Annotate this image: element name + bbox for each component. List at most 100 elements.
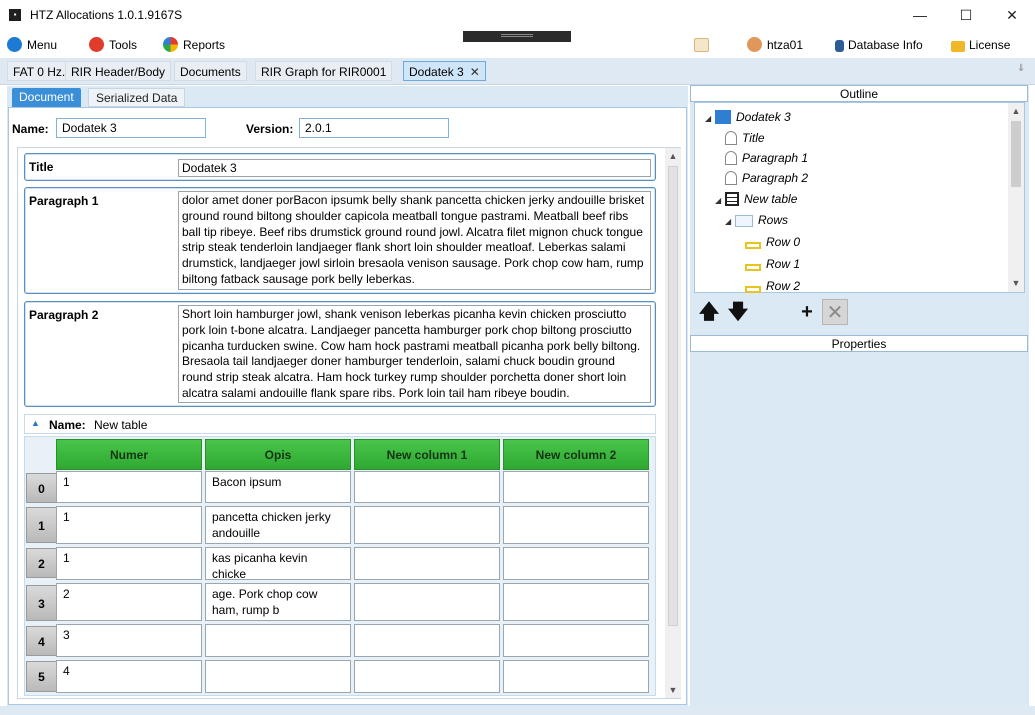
collapse-icon[interactable]: ▲: [31, 418, 40, 428]
cell-col2-4[interactable]: [503, 624, 649, 657]
cell-col1-1[interactable]: [354, 506, 500, 544]
scroll-down-icon[interactable]: ▼: [665, 682, 681, 698]
scrollbar-thumb[interactable]: [668, 166, 678, 626]
cell-col2-5[interactable]: [503, 660, 649, 693]
cell-opis-3[interactable]: age. Pork chop cow ham, rump b: [205, 583, 351, 621]
row-header-2[interactable]: 2: [26, 548, 57, 578]
tab-fat-0hz[interactable]: FAT 0 Hz.: [7, 61, 72, 81]
cell-numer-3[interactable]: 2: [56, 583, 202, 621]
cell-col2-0[interactable]: [503, 471, 649, 503]
tree-item-title[interactable]: Title: [725, 130, 765, 146]
tree-item-dodatek-3[interactable]: ◢ Dodatek 3: [705, 109, 791, 125]
tree-item-row-0[interactable]: Row 0: [745, 234, 800, 250]
cell-col1-2[interactable]: [354, 547, 500, 580]
license-button[interactable]: License: [951, 36, 1010, 54]
outline-tree: ◢ Dodatek 3 Title Paragraph 1 Paragraph 2…: [694, 102, 1025, 293]
paragraph-2-field[interactable]: Short loin hamburger jowl, shank venison…: [178, 305, 651, 403]
row-header-1[interactable]: 1: [26, 507, 57, 543]
window-title: HTZ Allocations 1.0.1.9167S: [30, 8, 183, 22]
cell-col2-1[interactable]: [503, 506, 649, 544]
column-header-numer[interactable]: Numer: [56, 439, 202, 470]
outline-scrollbar[interactable]: ▲ ▼: [1008, 103, 1024, 292]
column-header-opis[interactable]: Opis: [205, 439, 351, 470]
tree-item-rows[interactable]: ◢ Rows: [725, 212, 788, 228]
expand-icon[interactable]: ◢: [705, 111, 715, 127]
tree-label: Dodatek 3: [736, 110, 791, 124]
tab-document[interactable]: Document: [12, 88, 81, 107]
scrollbar-thumb[interactable]: [1011, 121, 1021, 187]
cell-numer-2[interactable]: 1: [56, 547, 202, 580]
close-tab-icon[interactable]: ✕: [470, 62, 480, 82]
cell-opis-1[interactable]: pancetta chicken jerky andouille: [205, 506, 351, 544]
cell-numer-4[interactable]: 3: [56, 624, 202, 657]
text-icon: [725, 151, 737, 165]
row-header-3[interactable]: 3: [26, 585, 57, 621]
cell-col1-0[interactable]: [354, 471, 500, 503]
database-info-button[interactable]: Database Info: [835, 36, 923, 54]
rows-icon: [735, 215, 753, 227]
name-label: Name:: [12, 122, 49, 136]
tab-overflow-icon[interactable]: ⇓: [1017, 63, 1025, 74]
tab-documents[interactable]: Documents: [174, 61, 247, 81]
notes-button[interactable]: [694, 36, 714, 54]
tree-item-paragraph-2[interactable]: Paragraph 2: [725, 170, 808, 186]
menu-button[interactable]: Menu: [7, 36, 57, 54]
tab-dodatek-3[interactable]: Dodatek 3 ✕: [403, 61, 486, 81]
tree-item-row-2[interactable]: Row 2: [745, 278, 800, 294]
title-label: Title: [29, 160, 54, 174]
document-scrollbar[interactable]: ▲ ▼: [665, 148, 681, 698]
cell-col1-5[interactable]: [354, 660, 500, 693]
user-button[interactable]: htza01: [747, 36, 803, 54]
tools-button[interactable]: Tools: [89, 36, 137, 54]
reports-button[interactable]: Reports: [163, 36, 225, 54]
cell-col1-4[interactable]: [354, 624, 500, 657]
delete-button[interactable]: ✕: [822, 299, 848, 325]
version-field[interactable]: 2.0.1: [299, 118, 449, 138]
cell-opis-0[interactable]: Bacon ipsum: [205, 471, 351, 503]
move-up-button[interactable]: 🡅: [696, 299, 722, 325]
cell-numer-0[interactable]: 1: [56, 471, 202, 503]
version-label: Version:: [246, 122, 294, 136]
cell-col2-3[interactable]: [503, 583, 649, 621]
user-icon: [747, 37, 762, 52]
drag-grip[interactable]: [463, 31, 571, 42]
row-header-4[interactable]: 4: [26, 626, 57, 656]
expand-icon[interactable]: ◢: [715, 193, 725, 209]
tree-label: New table: [744, 192, 798, 206]
database-info-label: Database Info: [848, 38, 923, 52]
column-header-new-column-2[interactable]: New column 2: [503, 439, 649, 470]
table-header: ▲ Name: New table: [24, 414, 656, 434]
scroll-up-icon[interactable]: ▲: [1008, 103, 1024, 119]
close-button[interactable]: ✕: [989, 0, 1035, 31]
tree-item-new-table[interactable]: ◢ New table: [715, 191, 797, 207]
tree-label: Paragraph 1: [742, 151, 809, 165]
expand-icon[interactable]: ◢: [725, 214, 735, 230]
paragraph-1-field[interactable]: dolor amet doner porBacon ipsumk belly s…: [178, 191, 651, 290]
maximize-button[interactable]: ☐: [943, 0, 989, 31]
scroll-down-icon[interactable]: ▼: [1008, 275, 1024, 291]
tab-rir-graph[interactable]: RIR Graph for RIR0001: [255, 61, 393, 81]
cell-numer-5[interactable]: 4: [56, 660, 202, 693]
add-button[interactable]: +: [794, 299, 820, 325]
tab-rir-header-body[interactable]: RIR Header/Body: [65, 61, 172, 81]
row-icon: [745, 264, 761, 271]
cell-opis-4[interactable]: [205, 624, 351, 657]
title-field[interactable]: Dodatek 3: [178, 159, 651, 177]
tab-serialized-data[interactable]: Serialized Data: [88, 88, 186, 107]
tree-item-paragraph-1[interactable]: Paragraph 1: [725, 150, 808, 166]
row-header-5[interactable]: 5: [26, 661, 57, 692]
row-header-0[interactable]: 0: [26, 473, 57, 503]
cell-numer-1[interactable]: 1: [56, 506, 202, 544]
tree-label: Row 2: [766, 279, 801, 293]
move-down-button[interactable]: 🡇: [725, 299, 751, 325]
cell-col1-3[interactable]: [354, 583, 500, 621]
cell-opis-2[interactable]: kas picanha kevin chicke: [205, 547, 351, 580]
scroll-up-icon[interactable]: ▲: [665, 148, 681, 164]
status-bar: [0, 706, 1035, 715]
cell-opis-5[interactable]: [205, 660, 351, 693]
tree-item-row-1[interactable]: Row 1: [745, 256, 800, 272]
cell-col2-2[interactable]: [503, 547, 649, 580]
name-field[interactable]: Dodatek 3: [56, 118, 206, 138]
minimize-button[interactable]: —: [897, 0, 943, 31]
column-header-new-column-1[interactable]: New column 1: [354, 439, 500, 470]
